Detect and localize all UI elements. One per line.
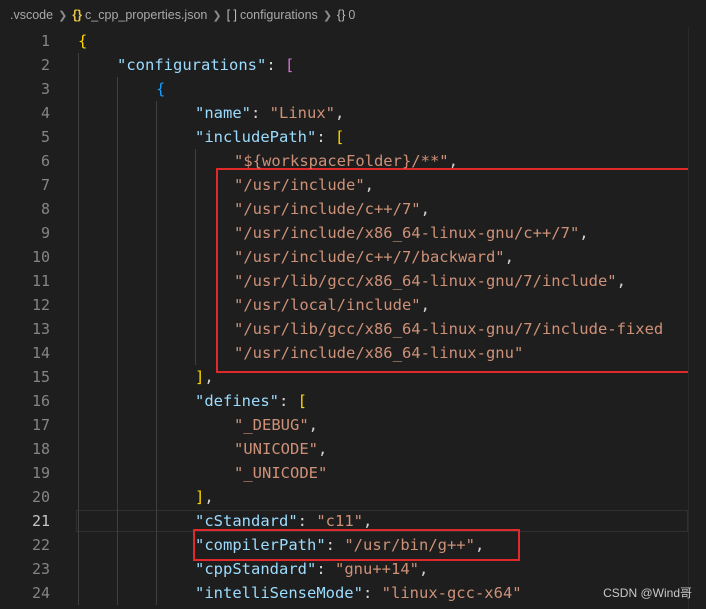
code-text: "/usr/include/x86_64-linux-gnu/c++/7",	[234, 224, 589, 242]
code-text: "configurations": [	[117, 56, 295, 74]
json-file-icon: {}	[72, 8, 83, 22]
chevron-right-icon: ❯	[212, 9, 222, 22]
line-number: 20	[31, 488, 50, 506]
line-number: 9	[40, 224, 50, 242]
code-text: "/usr/include/c++/7/backward",	[234, 248, 514, 266]
code-text: "UNICODE",	[234, 440, 328, 458]
code-line[interactable]: 10 "/usr/include/c++/7/backward",	[0, 245, 706, 269]
breadcrumb-folder[interactable]: .vscode	[10, 8, 53, 22]
code-text: "/usr/local/include",	[234, 296, 430, 314]
code-text: ],	[195, 368, 214, 386]
code-text: "_DEBUG",	[234, 416, 318, 434]
code-text: "/usr/lib/gcc/x86_64-linux-gnu/7/include…	[234, 272, 626, 290]
code-editor[interactable]: 1{2 "configurations": [3{4 "name": "Linux"…	[0, 27, 706, 609]
code-line[interactable]: 1{	[0, 29, 706, 53]
line-number: 11	[31, 272, 50, 290]
line-number: 13	[31, 320, 50, 338]
line-number: 5	[40, 128, 50, 146]
line-number: 19	[31, 464, 50, 482]
line-number: 2	[40, 56, 50, 74]
line-number: 1	[40, 32, 50, 50]
code-text: "compilerPath": "/usr/bin/g++",	[195, 536, 485, 554]
line-number: 14	[31, 344, 50, 362]
line-number: 17	[31, 416, 50, 434]
line-number: 21	[31, 512, 50, 530]
code-text: "/usr/include/c++/7",	[234, 200, 430, 218]
code-text: ],	[195, 488, 214, 506]
line-number: 8	[40, 200, 50, 218]
watermark: CSDN @Wind哥	[603, 586, 692, 600]
code-line[interactable]: 14 "/usr/include/x86_64-linux-gnu"	[0, 341, 706, 365]
code-line[interactable]: 12 "/usr/local/include",	[0, 293, 706, 317]
code-line[interactable]: 3{	[0, 77, 706, 101]
code-line[interactable]: 19 "_UNICODE"	[0, 461, 706, 485]
line-number: 10	[31, 248, 50, 266]
code-line[interactable]: 8 "/usr/include/c++/7",	[0, 197, 706, 221]
code-line[interactable]: 24 "intelliSenseMode": "linux-gcc-x64"	[0, 581, 706, 605]
code-text: "cStandard": "c11",	[195, 512, 373, 530]
line-number: 23	[31, 560, 50, 578]
code-line[interactable]: 23 "cppStandard": "gnu++14",	[0, 557, 706, 581]
breadcrumb-array[interactable]: configurations	[240, 8, 318, 22]
line-number: 16	[31, 392, 50, 410]
code-line[interactable]: 13 "/usr/lib/gcc/x86_64-linux-gnu/7/inclu…	[0, 317, 706, 341]
breadcrumb: .vscode ❯ {} c_cpp_properties.json ❯ [ ]…	[0, 0, 706, 30]
line-number: 24	[31, 584, 50, 602]
code-text: "intelliSenseMode": "linux-gcc-x64"	[195, 584, 522, 602]
line-number: 3	[40, 80, 50, 98]
code-text: "includePath": [	[195, 128, 345, 146]
line-number: 6	[40, 152, 50, 170]
object-icon: {}	[337, 8, 346, 22]
code-line[interactable]: 2 "configurations": [	[0, 53, 706, 77]
line-number: 7	[40, 176, 50, 194]
code-text: "${workspaceFolder}/**",	[234, 152, 458, 170]
code-text: "defines": [	[195, 392, 308, 410]
code-line[interactable]: 21 "cStandard": "c11",	[0, 509, 706, 533]
chevron-right-icon: ❯	[322, 9, 333, 22]
code-text: "cppStandard": "gnu++14",	[195, 560, 429, 578]
line-number: 18	[31, 440, 50, 458]
code-line[interactable]: 4 "name": "Linux",	[0, 101, 706, 125]
array-icon: [ ]	[226, 8, 237, 22]
code-line[interactable]: 17 "_DEBUG",	[0, 413, 706, 437]
code-text: "/usr/include",	[234, 176, 374, 194]
code-line[interactable]: 16 "defines": [	[0, 389, 706, 413]
code-text: "_UNICODE"	[234, 464, 328, 482]
breadcrumb-object[interactable]: 0	[348, 8, 355, 22]
line-number: 12	[31, 296, 50, 314]
code-text: "/usr/include/x86_64-linux-gnu"	[234, 344, 524, 362]
code-line[interactable]: 7 "/usr/include",	[0, 173, 706, 197]
code-line[interactable]: 5 "includePath": [	[0, 125, 706, 149]
code-line[interactable]: 9 "/usr/include/x86_64-linux-gnu/c++/7",	[0, 221, 706, 245]
code-line[interactable]: 6 "${workspaceFolder}/**",	[0, 149, 706, 173]
code-line[interactable]: 18 "UNICODE",	[0, 437, 706, 461]
code-line[interactable]: 22 "compilerPath": "/usr/bin/g++",	[0, 533, 706, 557]
code-text: "/usr/lib/gcc/x86_64-linux-gnu/7/include…	[234, 320, 664, 338]
code-text: {	[78, 32, 88, 50]
code-line[interactable]: 20],	[0, 485, 706, 509]
code-text: "name": "Linux",	[195, 104, 345, 122]
line-number: 22	[31, 536, 50, 554]
line-number: 15	[31, 368, 50, 386]
line-number: 4	[40, 104, 50, 122]
chevron-right-icon: ❯	[58, 9, 68, 22]
breadcrumb-file[interactable]: c_cpp_properties.json	[85, 8, 207, 22]
code-text: {	[156, 80, 166, 98]
code-line[interactable]: 15],	[0, 365, 706, 389]
code-line[interactable]: 11 "/usr/lib/gcc/x86_64-linux-gnu/7/inclu…	[0, 269, 706, 293]
